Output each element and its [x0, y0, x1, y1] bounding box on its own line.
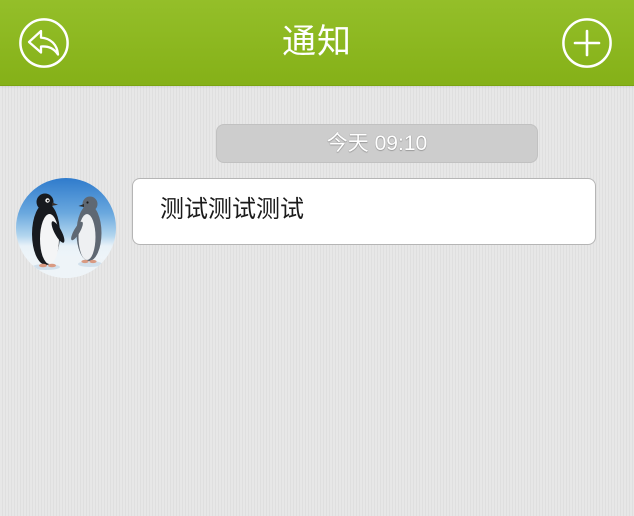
add-button[interactable]	[562, 18, 612, 68]
reply-arrow-icon	[19, 18, 69, 68]
avatar[interactable]	[16, 178, 116, 278]
back-button[interactable]	[19, 18, 69, 68]
page-title: 通知	[282, 23, 352, 61]
nav-bar: 通知	[0, 0, 634, 85]
message-text: 测试测试测试	[160, 196, 304, 223]
penguins-photo	[16, 178, 116, 278]
message-list: 今天 09:10 测试测试测试	[0, 86, 634, 516]
plus-icon	[562, 18, 612, 68]
message-bubble[interactable]: 测试测试测试	[132, 178, 596, 245]
timestamp-badge: 今天 09:10	[216, 124, 538, 163]
